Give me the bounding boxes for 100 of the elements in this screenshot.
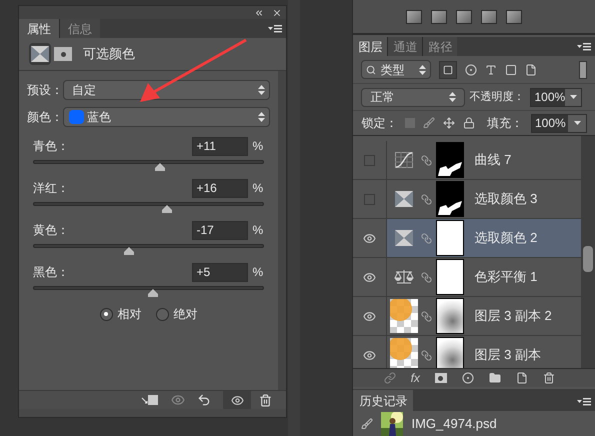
- chain-link-icon[interactable]: [421, 272, 432, 282]
- fill-label: 填充：: [487, 115, 523, 132]
- chain-link-icon[interactable]: [421, 350, 432, 360]
- resize-grip-bar[interactable]: [19, 409, 286, 417]
- radio-label: 绝对: [174, 306, 198, 323]
- adjustment-preset-icon[interactable]: [456, 10, 472, 24]
- selective-color-icon: [395, 191, 414, 207]
- selective-color-icon: [31, 46, 49, 62]
- value-field[interactable]: +16: [192, 178, 248, 198]
- adjustment-preset-icon[interactable]: [406, 10, 422, 24]
- visibility-button[interactable]: [223, 390, 252, 410]
- unit-label: %: [252, 138, 264, 155]
- panel-menu-icon[interactable]: [577, 398, 591, 406]
- adjustment-filter-icon[interactable]: [465, 64, 478, 76]
- type-filter-icon[interactable]: [485, 64, 498, 76]
- move-icon[interactable]: [443, 117, 456, 129]
- slider[interactable]: [33, 160, 264, 172]
- dropdown[interactable]: 自定: [63, 80, 270, 100]
- delete-icon[interactable]: [259, 394, 272, 406]
- eye-icon: [230, 394, 244, 406]
- fill-field[interactable]: 100%: [531, 114, 587, 132]
- layer-name: 图层 3 副本: [474, 346, 541, 364]
- slider[interactable]: [33, 202, 264, 214]
- adjustment-preset-icon[interactable]: [506, 10, 522, 24]
- panel-tab[interactable]: 通道: [387, 37, 422, 56]
- unit-label: %: [252, 264, 264, 281]
- spinner-arrows-icon: [419, 64, 426, 74]
- brush-icon[interactable]: [423, 117, 436, 129]
- layer-name: 选取颜色 2: [474, 229, 538, 248]
- curves-icon: [395, 152, 414, 168]
- opacity-label: 不透明度：: [469, 90, 524, 105]
- filter-dropdown[interactable]: 类型: [361, 60, 432, 79]
- field-label: 预设：: [27, 82, 63, 99]
- smart-object-filter-icon[interactable]: [525, 64, 538, 76]
- panel-menu-icon[interactable]: [577, 43, 591, 51]
- panel-tab[interactable]: 历史记录: [353, 390, 414, 411]
- layer-name: 曲线 7: [474, 151, 512, 170]
- delete-icon[interactable]: [542, 372, 555, 384]
- panel-tab[interactable]: 属性: [19, 19, 59, 38]
- lock-icon[interactable]: [463, 117, 476, 129]
- value-field[interactable]: -17: [192, 220, 248, 240]
- view-previous-icon[interactable]: [171, 393, 186, 407]
- spinner-arrows-icon: [258, 85, 266, 95]
- value-field[interactable]: +11: [192, 136, 248, 156]
- slider-label: 洋红：: [33, 180, 70, 197]
- layer-row[interactable]: 选取颜色 2: [353, 219, 581, 258]
- chain-link-icon[interactable]: [421, 194, 432, 204]
- adjustment-preset-icon[interactable]: [481, 10, 498, 24]
- panel-title: 可选颜色: [83, 45, 135, 64]
- visibility-eye-icon[interactable]: [363, 270, 376, 284]
- radio-label: 相对: [118, 306, 142, 323]
- radio-button[interactable]: [100, 308, 113, 320]
- close-icon[interactable]: [272, 8, 282, 18]
- visibility-eye-icon[interactable]: [363, 232, 376, 244]
- adjustment-preset-icon[interactable]: [431, 10, 448, 24]
- reset-icon[interactable]: [197, 393, 212, 407]
- spinner-arrows-icon: [258, 112, 266, 122]
- link-icon[interactable]: [384, 372, 396, 384]
- value-field[interactable]: +5: [192, 262, 248, 282]
- field-label: 颜色：: [27, 109, 63, 126]
- mask-icon[interactable]: [54, 47, 72, 61]
- chain-link-icon[interactable]: [421, 310, 432, 322]
- chain-link-icon[interactable]: [421, 232, 432, 244]
- panel-menu-icon[interactable]: [268, 25, 282, 33]
- panel-tab[interactable]: 信息: [59, 19, 100, 38]
- adjustment-icon[interactable]: [29, 43, 51, 65]
- scrollbar-thumb[interactable]: [583, 246, 593, 272]
- collapse-icon[interactable]: [254, 8, 264, 18]
- slider[interactable]: [33, 244, 264, 256]
- scrollbar[interactable]: [278, 71, 286, 390]
- layer-name: 色彩平衡 1: [474, 268, 538, 286]
- filter-toggle[interactable]: [579, 60, 587, 78]
- adjustment-layer-icon[interactable]: [462, 372, 474, 384]
- fx-icon[interactable]: fx: [410, 369, 420, 387]
- new-layer-icon[interactable]: [516, 372, 528, 384]
- shape-filter-icon[interactable]: [505, 64, 518, 76]
- radio-button[interactable]: [156, 308, 169, 320]
- blend-mode-dropdown[interactable]: 正常: [361, 88, 466, 106]
- balance-scale-icon: [394, 269, 414, 285]
- unit-label: %: [252, 180, 264, 197]
- layer-row[interactable]: 色彩平衡 1: [353, 258, 581, 297]
- layer-row[interactable]: 选取颜色 3: [353, 180, 581, 219]
- visibility-eye-icon[interactable]: [363, 348, 376, 362]
- layer-row[interactable]: 曲线 7: [353, 141, 581, 180]
- lock-label: 锁定：: [361, 115, 398, 132]
- history-brush-icon[interactable]: [361, 418, 374, 430]
- add-mask-icon[interactable]: [434, 373, 447, 383]
- slider[interactable]: [33, 286, 264, 298]
- spinner-arrows-icon: [449, 92, 456, 102]
- panel-tab[interactable]: 路径: [422, 37, 458, 56]
- panel-tab[interactable]: 图层: [353, 37, 388, 56]
- unit-label: %: [252, 222, 264, 239]
- opacity-field[interactable]: 100%: [530, 88, 582, 106]
- visibility-eye-icon[interactable]: [363, 310, 376, 322]
- clip-to-layer-icon[interactable]: [141, 394, 160, 406]
- layer-row[interactable]: 图层 3 副本 2: [353, 297, 581, 336]
- folder-icon[interactable]: [488, 372, 501, 384]
- chain-link-icon[interactable]: [421, 154, 432, 166]
- dropdown[interactable]: 蓝色: [63, 107, 270, 127]
- pixel-filter-button[interactable]: [439, 60, 458, 78]
